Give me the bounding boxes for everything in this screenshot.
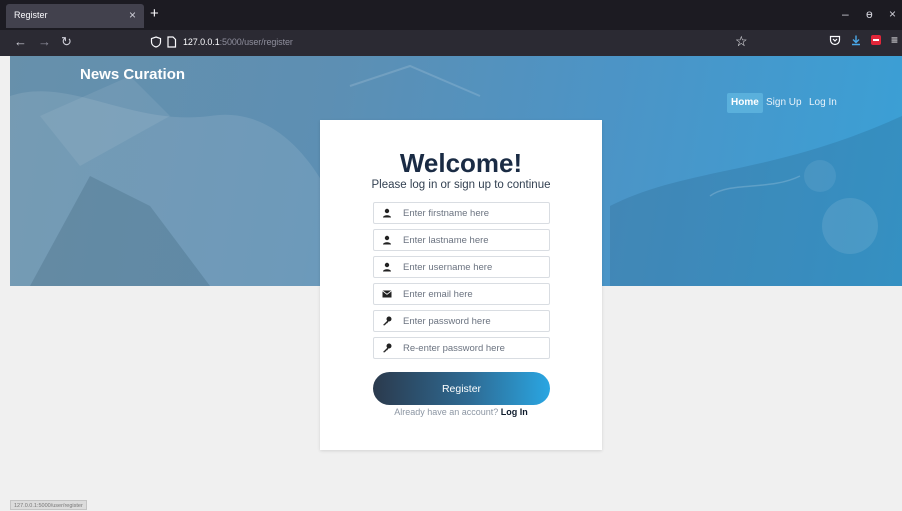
back-arrow-icon[interactable]: ← (14, 35, 27, 49)
shield-icon[interactable] (150, 36, 162, 48)
nav-login-link[interactable]: Log In (809, 93, 837, 113)
url-bar[interactable]: 127.0.0.1:5000/user/register (183, 37, 293, 47)
reload-icon[interactable]: ↻ (61, 35, 72, 49)
register-button[interactable]: Register (373, 372, 550, 405)
confirm-password-field[interactable] (373, 337, 550, 359)
browser-tab-bar: Register × + – ɵ × (0, 0, 902, 30)
welcome-title: Welcome! (399, 148, 523, 178)
minimize-button[interactable]: – (842, 8, 849, 20)
menu-icon[interactable]: ≡ (891, 34, 898, 46)
restore-button[interactable]: ɵ (866, 8, 873, 20)
new-tab-button[interactable]: + (150, 6, 159, 22)
login-link[interactable]: Log In (501, 407, 528, 417)
email-input[interactable] (403, 284, 547, 304)
key-icon (374, 311, 400, 331)
status-bar-url: 127.0.0.1:5000/user/register (10, 500, 87, 510)
browser-toolbar: ← → ↻ (0, 30, 902, 56)
extension-red-icon[interactable] (870, 34, 882, 46)
password-input[interactable] (403, 311, 547, 331)
firstname-input[interactable] (403, 203, 547, 223)
user-icon (374, 203, 400, 223)
tab-title: Register (14, 10, 48, 20)
forward-arrow-icon[interactable]: → (38, 35, 51, 49)
tab-close-icon[interactable]: × (129, 8, 136, 22)
user-icon (374, 230, 400, 250)
page-icon[interactable] (166, 36, 177, 48)
url-path: :5000/user/register (219, 37, 293, 47)
lastname-field[interactable] (373, 229, 550, 251)
welcome-subtitle: Please log in or sign up to continue (371, 179, 551, 191)
confirm-password-input[interactable] (403, 338, 547, 358)
nav-home-link[interactable]: Home (727, 93, 763, 113)
browser-tab[interactable]: Register × (6, 4, 144, 28)
site-brand[interactable]: News Curation (80, 66, 185, 83)
username-input[interactable] (403, 257, 547, 277)
login-prompt-text: Already have an account? (394, 407, 499, 417)
username-field[interactable] (373, 256, 550, 278)
nav-signup-link[interactable]: Sign Up (766, 93, 802, 113)
key-icon (374, 338, 400, 358)
register-card: Welcome! Please log in or sign up to con… (320, 120, 602, 450)
login-prompt: Already have an account? Log In (320, 407, 602, 417)
user-icon (374, 257, 400, 277)
page-left-strip (0, 56, 10, 510)
firstname-field[interactable] (373, 202, 550, 224)
password-field[interactable] (373, 310, 550, 332)
download-icon[interactable] (850, 34, 862, 46)
bookmark-star-icon[interactable]: ☆ (735, 33, 748, 50)
close-window-button[interactable]: × (889, 8, 896, 20)
email-field[interactable] (373, 283, 550, 305)
lastname-input[interactable] (403, 230, 547, 250)
url-host: 127.0.0.1 (183, 37, 220, 47)
envelope-icon (374, 284, 400, 304)
pocket-icon[interactable] (829, 34, 841, 46)
